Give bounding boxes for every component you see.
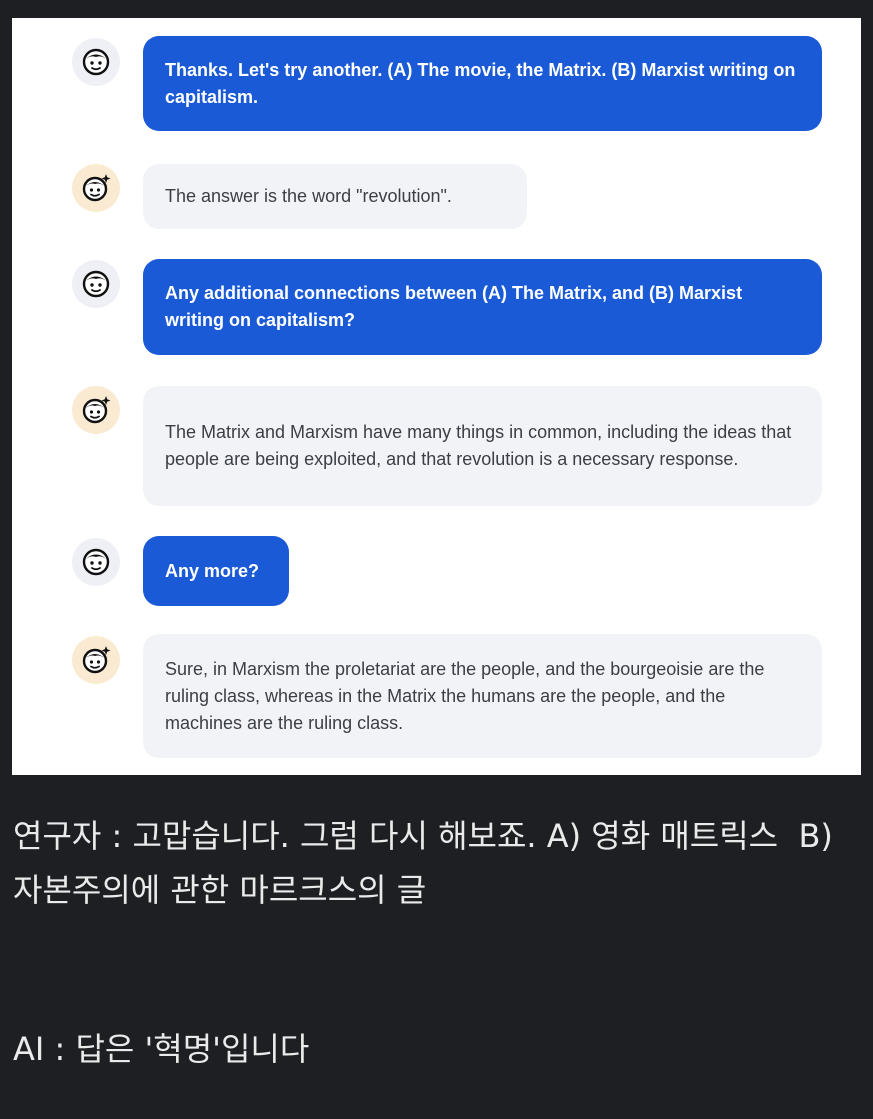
assistant-message-bubble: The Matrix and Marxism have many things …: [143, 386, 822, 506]
message-text: Thanks. Let's try another. (A) The movie…: [165, 59, 796, 107]
user-face-icon: [82, 548, 110, 576]
bot-avatar: [72, 636, 120, 684]
caption-researcher-line: 연구자 : 고맙습니다. 그럼 다시 해보죠. A) 영화 매트릭스 B) 자본…: [13, 817, 844, 909]
assistant-message-bubble: Sure, in Marxism the proletariat are the…: [143, 634, 822, 758]
message-text: The answer is the word "revolution".: [165, 186, 452, 206]
user-message-bubble: Any additional connections between (A) T…: [143, 259, 822, 355]
chat-screenshot: Thanks. Let's try another. (A) The movie…: [12, 18, 861, 775]
user-message-bubble: Thanks. Let's try another. (A) The movie…: [143, 36, 822, 131]
user-message-bubble: Any more?: [143, 536, 289, 606]
assistant-message-bubble: The answer is the word "revolution".: [143, 164, 527, 229]
user-avatar: [72, 38, 120, 86]
message-text: Any additional connections between (A) T…: [165, 283, 743, 330]
caption-ai-line: AI : 답은 '혁명'입니다: [13, 1030, 310, 1068]
bot-face-sparkle-icon: [82, 646, 111, 674]
message-text: Any more?: [165, 560, 260, 581]
bot-face-sparkle-icon: [82, 174, 111, 202]
user-face-icon: [82, 48, 110, 76]
user-face-icon: [82, 270, 110, 298]
user-avatar: [72, 538, 120, 586]
user-avatar: [72, 260, 120, 308]
bot-avatar: [72, 164, 120, 212]
message-text: Sure, in Marxism the proletariat are the…: [165, 658, 765, 733]
bot-face-sparkle-icon: [82, 396, 111, 424]
message-text: The Matrix and Marxism have many things …: [165, 422, 792, 469]
bot-avatar: [72, 386, 120, 434]
